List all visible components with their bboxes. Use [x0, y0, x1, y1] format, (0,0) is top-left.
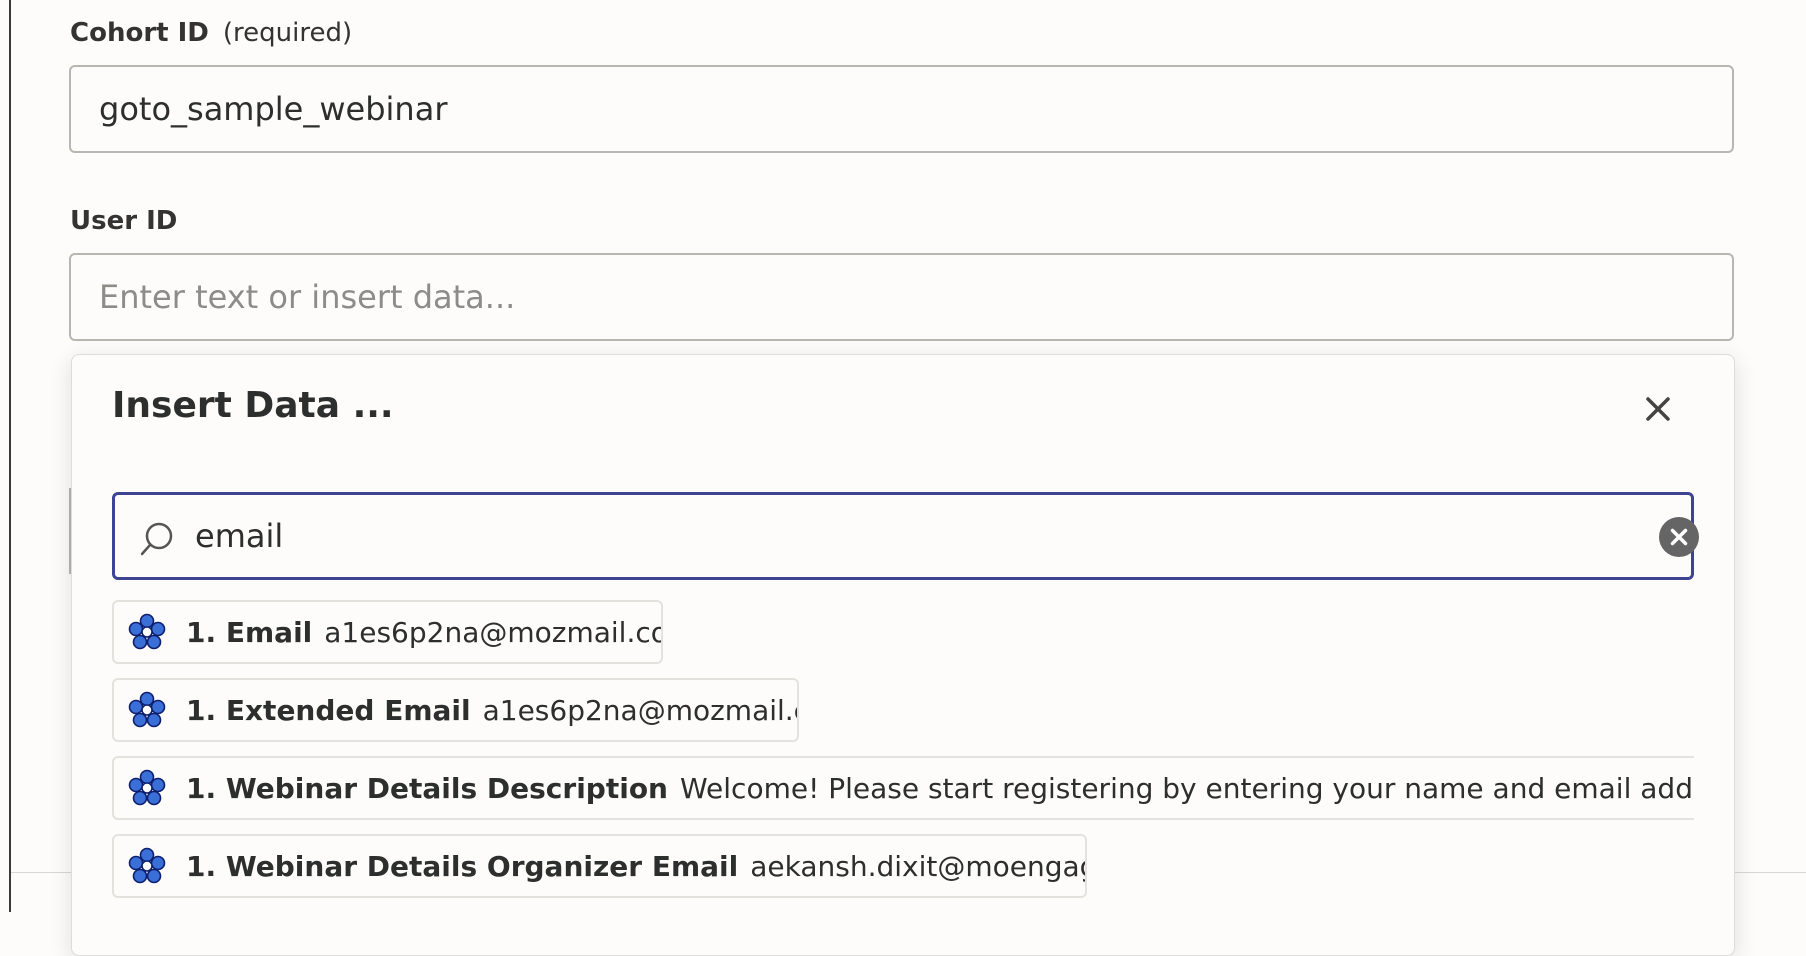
result-key: 1. Webinar Details Description	[186, 771, 668, 805]
left-border	[9, 0, 11, 912]
user-id-label: User ID	[70, 206, 177, 236]
result-value: a1es6p2na@mozmail.com	[324, 615, 663, 649]
insert-data-panel: Insert Data ... email 1. Email a1es6p2na…	[71, 354, 1735, 956]
cohort-id-value: goto_sample_webinar	[99, 90, 448, 128]
required-text: (required)	[222, 18, 353, 48]
search-icon	[140, 522, 173, 556]
result-key: 1. Extended Email	[186, 693, 471, 727]
gotowebinar-app-icon	[128, 769, 166, 806]
gotowebinar-app-icon	[128, 613, 166, 650]
gotowebinar-app-icon	[128, 691, 166, 728]
close-icon	[1646, 397, 1670, 421]
panel-title: Insert Data ...	[112, 385, 394, 426]
result-item[interactable]: 1. Webinar Details Description Welcome! …	[112, 756, 1694, 820]
search-input[interactable]	[195, 495, 1595, 577]
result-item[interactable]: 1. Webinar Details Organizer Email aekan…	[112, 834, 1087, 898]
user-id-label-text: User ID	[70, 206, 178, 236]
cohort-id-input[interactable]: goto_sample_webinar	[69, 65, 1734, 153]
search-box	[112, 492, 1699, 580]
cohort-id-label-text: Cohort ID	[70, 18, 209, 48]
user-id-placeholder: Enter text or insert data...	[99, 278, 516, 316]
result-item[interactable]: 1. Extended Email a1es6p2na@mozmail.com	[112, 678, 799, 742]
result-value: a1es6p2na@mozmail.com	[482, 693, 797, 727]
close-button[interactable]	[1640, 391, 1676, 427]
cohort-id-label: Cohort ID (required)	[70, 18, 352, 48]
result-item[interactable]: 1. Email a1es6p2na@mozmail.com	[112, 600, 663, 664]
result-key: 1. Webinar Details Organizer Email	[186, 849, 739, 883]
clear-search-button[interactable]	[1659, 517, 1699, 557]
gotowebinar-app-icon	[128, 847, 166, 884]
result-value: aekansh.dixit@moengage.com	[750, 849, 1085, 883]
result-key: 1. Email	[186, 615, 313, 649]
user-id-input[interactable]: Enter text or insert data...	[69, 253, 1734, 341]
result-value: Welcome! Please start registering by ent…	[680, 771, 1694, 805]
clear-circle-icon	[1659, 517, 1699, 557]
